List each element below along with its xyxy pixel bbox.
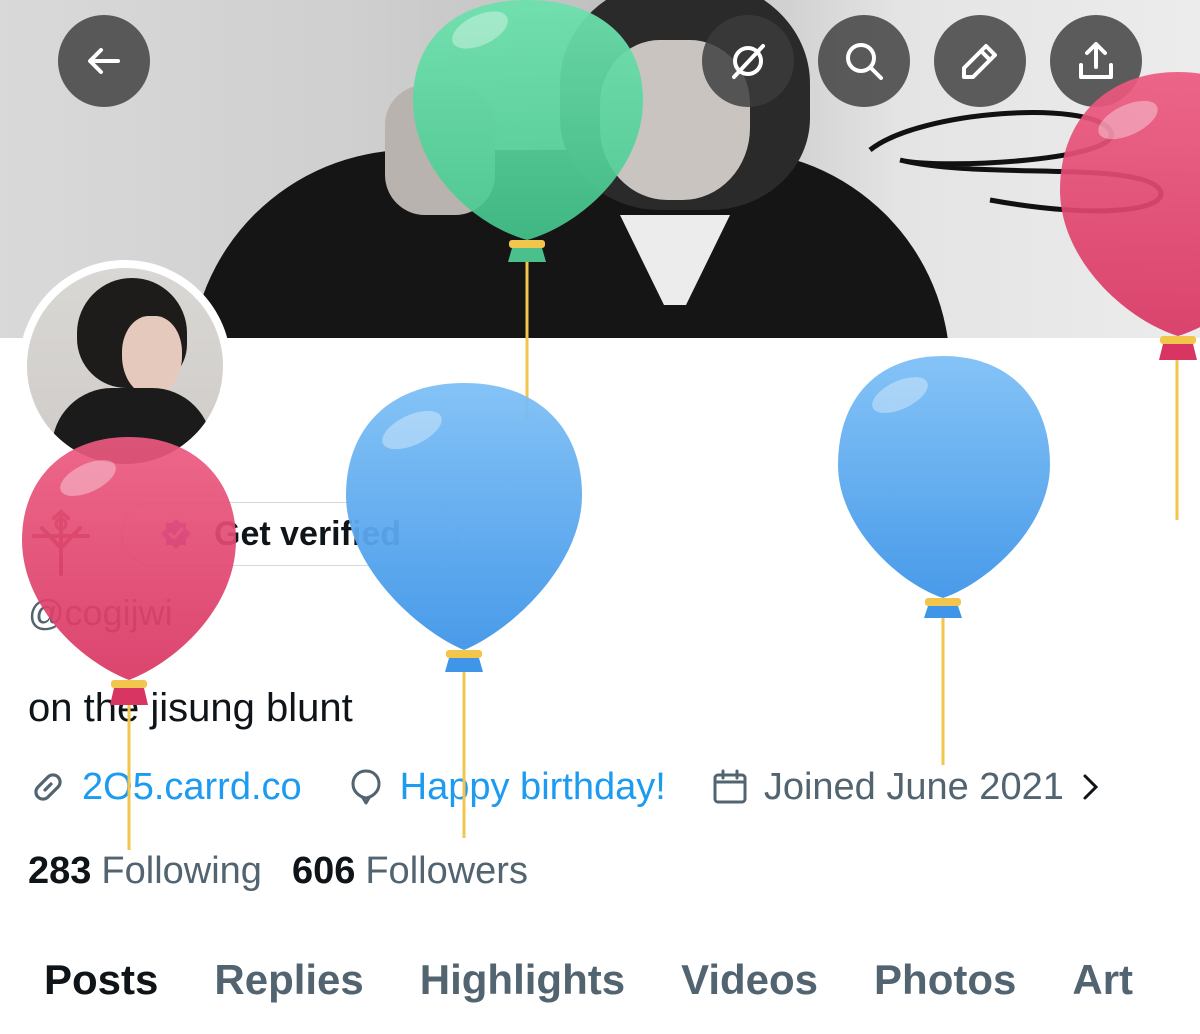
profile-counts: 283 Following 606 Followers — [28, 850, 558, 893]
get-verified-button[interactable]: Get verified — [121, 502, 459, 566]
tab-photos[interactable]: Photos — [874, 956, 1016, 1004]
back-button[interactable] — [58, 15, 150, 107]
tab-replies[interactable]: Replies — [214, 956, 363, 1004]
followers-label[interactable]: Followers — [365, 850, 528, 893]
search-button[interactable] — [818, 15, 910, 107]
profile-tabs: Posts Replies Highlights Videos Photos A… — [44, 956, 1189, 1004]
tab-videos[interactable]: Videos — [681, 956, 818, 1004]
search-icon — [846, 43, 883, 80]
grok-slash-icon — [732, 44, 765, 79]
chevron-right-icon[interactable] — [1080, 772, 1102, 802]
banner-person-hand — [385, 85, 495, 215]
following-count[interactable]: 283 — [28, 850, 91, 893]
profile-meta: 2O5.carrd.co Happy birthday! Joined June… — [28, 762, 1160, 812]
balloon-icon — [351, 769, 381, 805]
profile-bio: on the jisung blunt — [28, 686, 353, 730]
joined-item: Joined June 2021 — [710, 766, 1116, 809]
banner-person-body — [190, 150, 950, 338]
grok-button[interactable] — [702, 15, 794, 107]
tab-art[interactable]: Art — [1072, 956, 1133, 1004]
link-icon — [34, 773, 62, 801]
calendar-icon — [713, 769, 747, 804]
tab-posts[interactable]: Posts — [44, 956, 158, 1004]
following-label[interactable]: Following — [101, 850, 262, 893]
arrow-left-icon — [88, 48, 120, 74]
birthday-item[interactable]: Happy birthday! — [346, 766, 666, 809]
get-verified-label: Get verified — [214, 514, 402, 553]
pencil-icon — [962, 44, 997, 79]
verified-badge-icon — [161, 519, 191, 549]
banner-signature — [868, 110, 1164, 214]
edit-button[interactable] — [934, 15, 1026, 107]
share-button[interactable] — [1050, 15, 1142, 107]
avatar-photo — [27, 268, 223, 464]
followers-count[interactable]: 606 — [292, 850, 355, 893]
share-upload-icon — [1079, 42, 1113, 79]
tab-highlights[interactable]: Highlights — [420, 956, 625, 1004]
profile-avatar[interactable] — [19, 260, 231, 472]
profile-handle: @cogijwi — [28, 592, 173, 633]
balloon-blue-right — [838, 356, 1050, 765]
website-text[interactable]: 2O5.carrd.co — [82, 766, 302, 809]
website-link[interactable]: 2O5.carrd.co — [28, 766, 302, 809]
profile-emblem-icon — [32, 509, 90, 576]
birthday-text[interactable]: Happy birthday! — [400, 766, 666, 809]
joined-text: Joined June 2021 — [763, 765, 1064, 808]
